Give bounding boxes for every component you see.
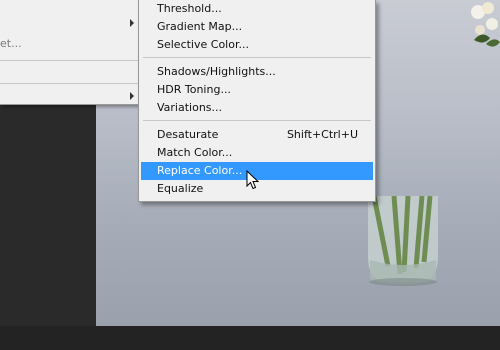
menu-item-label: Variations... (157, 101, 223, 114)
flowers-image (471, 2, 500, 47)
parent-menu-item-submenu[interactable] (0, 87, 139, 105)
menu-item-desaturate[interactable]: Desaturate Shift+Ctrl+U (141, 126, 373, 144)
menu-separator (0, 60, 139, 61)
menu-item-label: Match Color... (157, 146, 233, 159)
menu-item-match-color[interactable]: Match Color... (141, 144, 373, 162)
parent-menu-item[interactable]: et... (0, 35, 139, 53)
menu-item-shadows-highlights[interactable]: Shadows/Highlights... (141, 63, 373, 81)
menu-item-gradient-map[interactable]: Gradient Map... (141, 18, 373, 36)
submenu-arrow-icon (130, 92, 134, 100)
adjustments-parent-menu: et... (0, 0, 140, 105)
menu-item-hdr-toning[interactable]: HDR Toning... (141, 81, 373, 99)
parent-menu-item-submenu[interactable] (0, 14, 139, 32)
menu-item-variations[interactable]: Variations... (141, 99, 373, 117)
menu-item-label: Replace Color... (157, 164, 243, 177)
menu-item-label: Threshold... (157, 2, 222, 15)
parent-menu-item-label: et... (0, 37, 22, 50)
menu-item-label: Gradient Map... (157, 20, 243, 33)
menu-item-selective-color[interactable]: Selective Color... (141, 36, 373, 54)
mouse-pointer-icon (246, 170, 260, 190)
status-bar (0, 326, 500, 350)
menu-item-shortcut: Shift+Ctrl+U (286, 128, 358, 141)
workspace-background (0, 105, 96, 326)
menu-item-label: Shadows/Highlights... (157, 65, 276, 78)
menu-item-label: Selective Color... (157, 38, 249, 51)
menu-item-label: HDR Toning... (157, 83, 231, 96)
glass-vase-image (368, 196, 438, 286)
menu-separator (0, 83, 139, 84)
menu-item-threshold[interactable]: Threshold... (141, 0, 373, 18)
menu-item-label: Equalize (157, 182, 204, 195)
submenu-arrow-icon (130, 19, 134, 27)
parent-menu-item[interactable] (0, 0, 139, 13)
menu-separator (143, 120, 371, 121)
menu-separator (143, 57, 371, 58)
menu-item-label: Desaturate (157, 128, 219, 141)
